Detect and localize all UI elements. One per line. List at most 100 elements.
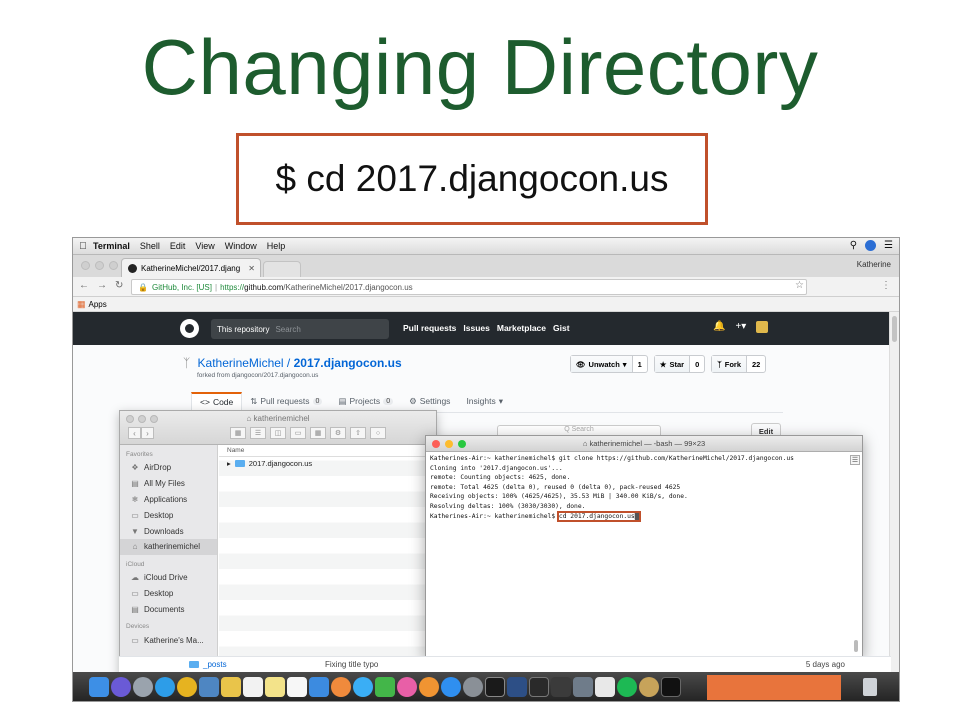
spotlight-icon[interactable]: ⚲ xyxy=(850,240,857,251)
photos-icon[interactable] xyxy=(331,677,351,697)
reminders-icon[interactable] xyxy=(287,677,307,697)
terminal-output[interactable]: Katherines-Air:~ katherinemichel$ git cl… xyxy=(426,452,862,523)
finder-back-icon[interactable]: ‹ xyxy=(128,427,141,439)
sidebar-item-icloud-drive[interactable]: ☁ iCloud Drive xyxy=(120,570,217,586)
repo-name[interactable]: 2017.djangocon.us xyxy=(294,356,402,370)
calculator-icon[interactable] xyxy=(573,677,593,697)
column-name-header[interactable]: Name xyxy=(219,445,436,457)
finder-icon[interactable] xyxy=(89,677,109,697)
arrange-icon[interactable]: ▦ xyxy=(310,427,326,439)
finder-forward-icon[interactable]: › xyxy=(141,427,154,439)
nav-marketplace[interactable]: Marketplace xyxy=(497,323,546,333)
nav-pull-requests[interactable]: Pull requests xyxy=(403,323,456,333)
list-view-icon[interactable]: ☰ xyxy=(250,427,266,439)
plus-icon[interactable]: +▾ xyxy=(735,321,746,333)
commit-folder[interactable]: _posts xyxy=(203,660,227,669)
ibooks-icon[interactable] xyxy=(419,677,439,697)
sidebar-item-home[interactable]: ⌂ katherinemichel xyxy=(120,538,217,555)
sidebar-item-documents[interactable]: ▤ Documents xyxy=(120,601,217,617)
tab-insights[interactable]: Insights ▾ xyxy=(458,392,511,413)
nav-gist[interactable]: Gist xyxy=(553,323,570,333)
activity-monitor-icon[interactable] xyxy=(529,677,549,697)
column-view-icon[interactable]: ◫ xyxy=(270,427,286,439)
watch-count[interactable]: 1 xyxy=(631,356,647,372)
chrome-icon[interactable] xyxy=(177,677,197,697)
menu-edit[interactable]: Edit xyxy=(170,241,186,251)
github-logo-icon[interactable] xyxy=(180,319,199,338)
sidebar-item-all-my-files[interactable]: ▤ All My Files xyxy=(120,476,217,492)
itunes-icon[interactable] xyxy=(397,677,417,697)
system-preferences-icon[interactable] xyxy=(463,677,483,697)
messages-icon[interactable] xyxy=(353,677,373,697)
terminal-icon-2[interactable] xyxy=(661,677,681,697)
window-controls[interactable] xyxy=(81,261,118,270)
share-icon[interactable]: ⇧ xyxy=(350,427,366,439)
apps-bookmark[interactable]: Apps xyxy=(89,300,107,309)
avatar[interactable] xyxy=(756,321,769,333)
sidebar-item-applications[interactable]: ❄ Applications xyxy=(120,492,217,508)
app-store-icon[interactable] xyxy=(441,677,461,697)
close-tab-icon[interactable]: ✕ xyxy=(248,264,255,273)
sidebar-item-device[interactable]: ▭ Katherine's Ma... xyxy=(120,632,217,648)
fork-button[interactable]: ᛉ Fork 22 xyxy=(711,355,767,373)
watch-button[interactable]: 👁 Unwatch ▾ 1 xyxy=(570,355,648,373)
nav-issues[interactable]: Issues xyxy=(463,323,489,333)
dock-minimized-window[interactable] xyxy=(707,675,841,700)
sidebar-item-desktop[interactable]: ▭ Desktop xyxy=(120,507,217,523)
back-icon[interactable]: ← xyxy=(79,280,89,291)
trash-icon[interactable] xyxy=(863,678,877,696)
facetime-icon[interactable] xyxy=(375,677,395,697)
terminal-scrollbar[interactable] xyxy=(852,456,860,652)
list-item[interactable]: ▸ 2017.djangocon.us xyxy=(219,457,436,469)
new-tab-button[interactable] xyxy=(263,261,301,277)
fork-count[interactable]: 22 xyxy=(746,356,765,372)
stickies-icon[interactable] xyxy=(265,677,285,697)
calendar-icon[interactable] xyxy=(243,677,263,697)
forked-from[interactable]: forked from djangocon/2017.djangocon.us xyxy=(197,372,318,379)
apple-icon[interactable]:  xyxy=(73,241,93,252)
icon-view-icon[interactable]: ▦ xyxy=(230,427,246,439)
address-bar[interactable]: 🔒 GitHub, Inc. [US] | https:// github.co… xyxy=(131,279,807,295)
github-search-input[interactable]: This repository Search xyxy=(211,319,389,339)
bell-icon[interactable]: 🔔 xyxy=(713,321,725,333)
siri-icon[interactable] xyxy=(865,240,877,251)
sourcetree-icon[interactable] xyxy=(551,677,571,697)
spotify-icon[interactable] xyxy=(617,677,637,697)
star-button[interactable]: ★ Star 0 xyxy=(653,355,706,373)
action-gear-icon[interactable]: ⚙ xyxy=(330,427,346,439)
disclosure-triangle-icon[interactable]: ▸ xyxy=(227,459,231,468)
chrome-menu-icon[interactable]: ⋮ xyxy=(881,280,891,291)
preview-icon[interactable] xyxy=(199,677,219,697)
safari-icon[interactable] xyxy=(155,677,175,697)
notes-icon[interactable] xyxy=(221,677,241,697)
sequel-icon[interactable] xyxy=(507,677,527,697)
notification-center-icon[interactable]: ☰ xyxy=(884,240,893,251)
page-scrollbar[interactable] xyxy=(889,312,899,701)
menu-view[interactable]: View xyxy=(195,241,214,251)
sidebar-item-downloads[interactable]: ▼ Downloads xyxy=(120,523,217,539)
rocket-icon[interactable] xyxy=(639,677,659,697)
forward-icon[interactable]: → xyxy=(97,280,107,291)
sidebar-item-airdrop[interactable]: ❖ AirDrop xyxy=(120,460,217,476)
menu-app[interactable]: Terminal xyxy=(93,241,130,251)
commit-message[interactable]: Fixing title typo xyxy=(325,660,378,669)
bookmark-star-icon[interactable]: ☆ xyxy=(795,280,804,291)
launchpad-icon[interactable] xyxy=(133,677,153,697)
cover-flow-icon[interactable]: ▭ xyxy=(290,427,306,439)
terminal-icon[interactable] xyxy=(485,677,505,697)
browser-tab[interactable]: KatherineMichel/2017.djang ✕ xyxy=(121,258,261,277)
profile-name[interactable]: Katherine xyxy=(857,260,891,269)
menu-window[interactable]: Window xyxy=(225,241,257,251)
url-toolbar: ← → ↻ 🔒 GitHub, Inc. [US] | https:// git… xyxy=(73,277,899,297)
siri-icon[interactable] xyxy=(111,677,131,697)
repo-owner[interactable]: KatherineMichel xyxy=(198,356,284,370)
star-count[interactable]: 0 xyxy=(689,356,704,372)
reload-icon[interactable]: ↻ xyxy=(115,280,123,291)
tag-icon[interactable]: ○ xyxy=(370,427,386,439)
keynote-icon[interactable] xyxy=(309,677,329,697)
repo-title: ᛉ KatherineMichel / 2017.djangocon.us xyxy=(183,356,402,370)
sidebar-item-icloud-desktop[interactable]: ▭ Desktop xyxy=(120,586,217,602)
menu-shell[interactable]: Shell xyxy=(140,241,160,251)
textedit-icon[interactable] xyxy=(595,677,615,697)
menu-help[interactable]: Help xyxy=(267,241,286,251)
